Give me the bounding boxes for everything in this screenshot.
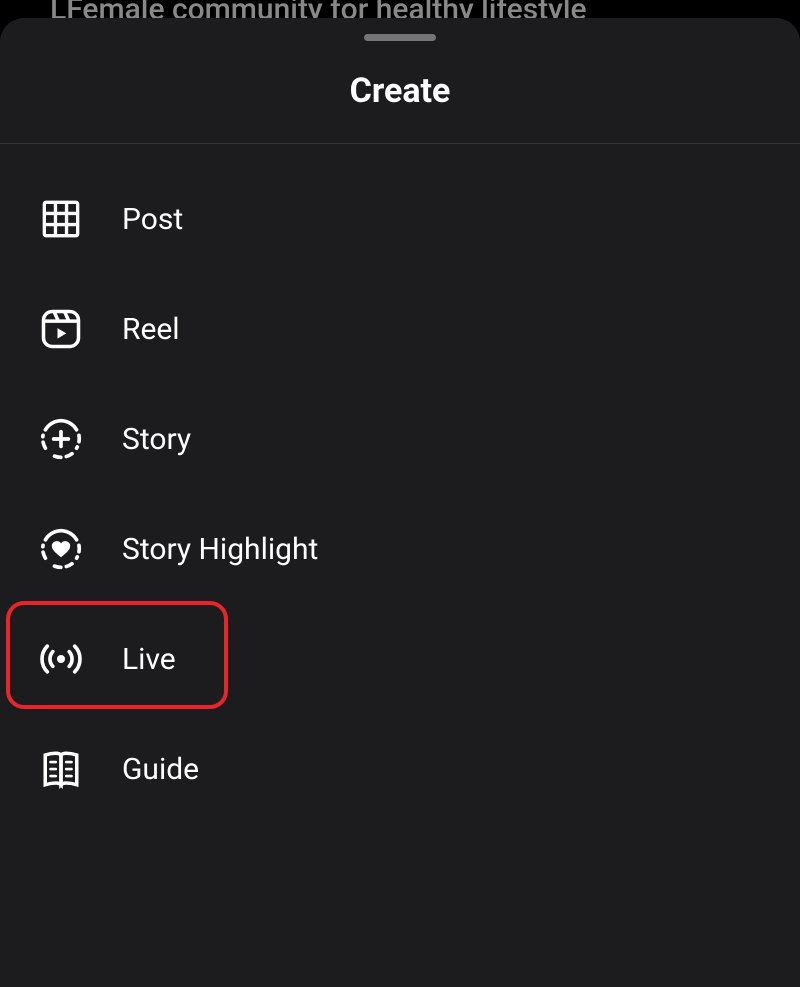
menu-label: Live [122,642,176,677]
reel-icon [38,306,84,352]
menu-item-post[interactable]: Post [0,164,800,274]
menu-item-guide[interactable]: Guide [0,714,800,824]
create-bottom-sheet: Create Post [0,18,800,987]
menu-label: Story Highlight [122,532,318,567]
grid-icon [38,196,84,242]
menu-label: Reel [122,312,180,347]
sheet-title: Create [0,71,800,143]
heart-dashed-icon [38,526,84,572]
broadcast-icon [38,636,84,682]
menu-item-story[interactable]: Story [0,384,800,494]
book-icon [38,746,84,792]
menu-item-story-highlight[interactable]: Story Highlight [0,494,800,604]
menu-item-live[interactable]: Live [0,604,800,714]
menu-label: Story [122,422,191,457]
menu-label: Post [122,202,183,237]
menu-label: Guide [122,752,199,787]
menu-item-reel[interactable]: Reel [0,274,800,384]
drag-handle[interactable] [364,34,436,41]
create-menu: Post Reel [0,144,800,824]
plus-dashed-icon [38,416,84,462]
